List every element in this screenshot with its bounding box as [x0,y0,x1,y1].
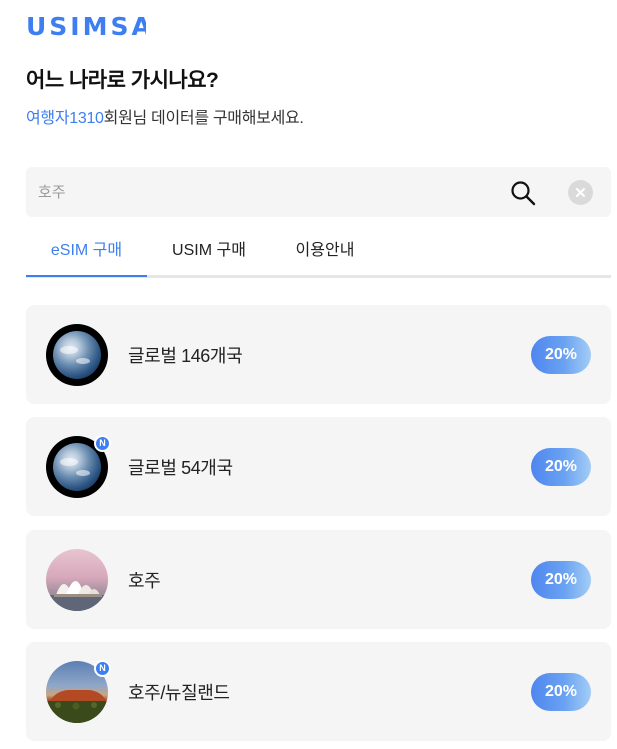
discount-badge: 20% [531,336,591,374]
discount-badge: 20% [531,448,591,486]
new-badge: N [94,435,111,452]
discount-badge: 20% [531,561,591,599]
product-name: 호주 [128,571,161,591]
product-card-australia-new-zealand[interactable]: N 호주/뉴질랜드 20% [26,642,611,741]
page-subtitle: 여행자1310회원님 데이터를 구매해보세요. [26,104,304,128]
sydney-opera-house-image [46,549,108,611]
page-title: 어느 나라로 가시나요? [26,69,219,92]
subtitle-text: 회원님 데이터를 구매해보세요. [103,110,304,127]
product-name: 호주/뉴질랜드 [128,683,230,703]
search-icon[interactable] [510,180,536,206]
tab-usim[interactable]: USIM 구매 [157,232,261,278]
logo-text: USIMSA [26,14,146,38]
search-input[interactable] [38,167,498,217]
product-card-australia[interactable]: 호주 20% [26,530,611,629]
new-badge: N [94,660,111,677]
tab-guide[interactable]: 이용안내 [278,232,372,278]
usimsa-logo[interactable]: USIMSA [26,14,146,38]
username: 여행자1310 [26,110,104,127]
tab-esim[interactable]: eSIM 구매 [26,232,147,278]
discount-badge: 20% [531,673,591,711]
product-card-global-146[interactable]: 글로벌 146개국 20% [26,305,611,404]
product-name: 글로벌 54개국 [128,458,233,478]
tab-bar: eSIM 구매 USIM 구매 이용안내 [26,232,611,278]
active-tab-indicator [26,275,147,277]
search-bar [26,167,611,217]
product-name: 글로벌 146개국 [128,346,243,366]
product-card-global-54[interactable]: N 글로벌 54개국 20% [26,417,611,516]
earth-image [46,324,108,386]
close-icon[interactable] [568,180,593,205]
